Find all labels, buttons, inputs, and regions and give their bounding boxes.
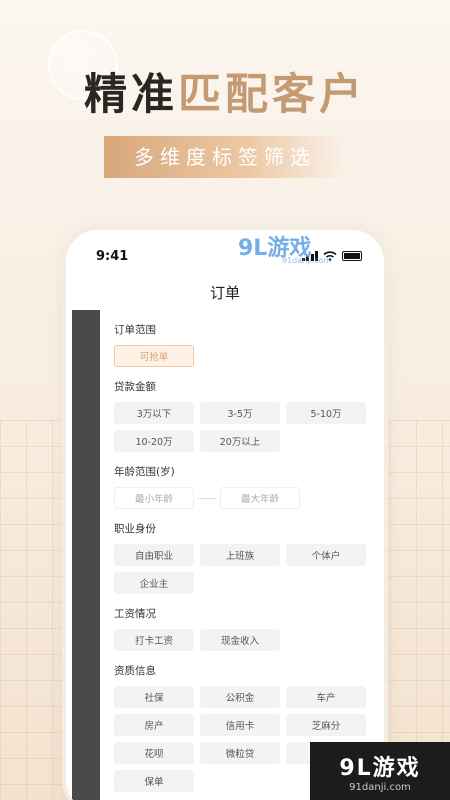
min-age-input[interactable]: 最小年龄 bbox=[114, 487, 194, 509]
chip-occupation[interactable]: 个体户 bbox=[286, 544, 366, 566]
battery-icon bbox=[342, 251, 362, 261]
chip-grabbable-order[interactable]: 可抢单 bbox=[114, 345, 194, 367]
page-title: 订单 bbox=[209, 284, 240, 302]
phone-mockup: 9:41 订单 订单范围 可抢单 贷款金额 3万以下 3-5万 5-10万 10… bbox=[62, 226, 388, 800]
max-age-input[interactable]: 最大年龄 bbox=[220, 487, 300, 509]
chip-occupation[interactable]: 自由职业 bbox=[114, 544, 194, 566]
chip-qualification[interactable]: 花呗 bbox=[114, 742, 194, 764]
chip-salary[interactable]: 现金收入 bbox=[200, 629, 280, 651]
badge-url: 91danji.com bbox=[349, 781, 411, 793]
chip-loan-amount[interactable]: 3-5万 bbox=[200, 402, 280, 424]
section-title-salary: 工资情况 bbox=[114, 608, 156, 620]
badge-name: 9L游戏 bbox=[339, 755, 421, 781]
subline-text: 多维度标签筛选 bbox=[134, 145, 316, 169]
chip-qualification[interactable]: 芝麻分 bbox=[286, 714, 366, 736]
chip-loan-amount[interactable]: 20万以上 bbox=[200, 430, 280, 452]
section-title-age-range: 年龄范围(岁) bbox=[114, 466, 175, 478]
chip-loan-amount[interactable]: 10-20万 bbox=[114, 430, 194, 452]
chip-qualification[interactable]: 房产 bbox=[114, 714, 194, 736]
chip-qualification[interactable]: 信用卡 bbox=[200, 714, 280, 736]
chip-qualification[interactable]: 保单 bbox=[114, 770, 194, 792]
headline-part1: 精准 bbox=[84, 70, 178, 120]
chip-occupation[interactable]: 上班族 bbox=[200, 544, 280, 566]
section-title-occupation: 职业身份 bbox=[114, 523, 156, 535]
chip-qualification[interactable]: 微粒贷 bbox=[200, 742, 280, 764]
side-panel-strip bbox=[72, 310, 100, 800]
filter-panel: 订单范围 可抢单 贷款金额 3万以下 3-5万 5-10万 10-20万 20万… bbox=[114, 322, 374, 800]
chip-qualification[interactable]: 公积金 bbox=[200, 686, 280, 708]
headline-part2: 匹配客户 bbox=[178, 70, 366, 120]
site-badge: 9L游戏 91danji.com bbox=[310, 742, 450, 800]
watermark-url: 91danji.com bbox=[282, 256, 332, 265]
chip-loan-amount[interactable]: 5-10万 bbox=[286, 402, 366, 424]
section-title-qualification: 资质信息 bbox=[114, 665, 156, 677]
range-separator bbox=[198, 497, 216, 499]
section-title-order-range: 订单范围 bbox=[114, 324, 156, 336]
chip-salary[interactable]: 打卡工资 bbox=[114, 629, 194, 651]
chip-occupation[interactable]: 企业主 bbox=[114, 572, 194, 594]
chip-loan-amount[interactable]: 3万以下 bbox=[114, 402, 194, 424]
section-title-loan-amount: 贷款金额 bbox=[114, 381, 156, 393]
promo-headline: 精准匹配客户 bbox=[0, 60, 450, 122]
chip-qualification[interactable]: 社保 bbox=[114, 686, 194, 708]
chip-qualification[interactable]: 车产 bbox=[286, 686, 366, 708]
